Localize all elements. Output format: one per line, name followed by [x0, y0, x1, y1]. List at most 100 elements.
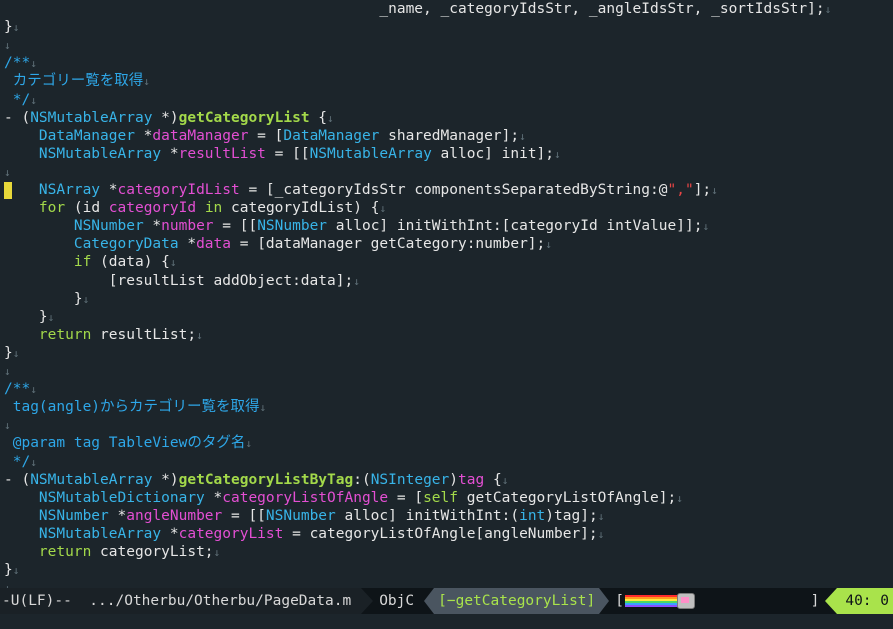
code-token: = [dataManager getCategory:number];	[231, 236, 546, 253]
code-token: resultList;	[91, 326, 197, 343]
code-token: *	[161, 145, 179, 162]
code-line[interactable]: ↓	[4, 416, 11, 434]
code-line[interactable]: }↓	[4, 561, 19, 579]
code-token: _name, _categoryIdsStr, _angleIdsStr, _s…	[4, 1, 825, 17]
text-cursor	[4, 182, 12, 199]
code-token: in	[204, 200, 223, 217]
code-line[interactable]: /**↓	[4, 54, 37, 72]
newline-marker-icon: ↓	[143, 75, 150, 89]
code-token: ","	[667, 182, 694, 198]
code-line[interactable]: - (NSMutableArray *)getCategoryList {↓	[4, 109, 334, 127]
newline-marker-icon: ↓	[327, 111, 334, 125]
code-line[interactable]: NSMutableDictionary *categoryListOfAngle…	[4, 489, 683, 507]
code-line[interactable]: */↓	[4, 91, 37, 109]
code-line[interactable]: return resultList;↓	[4, 326, 203, 344]
code-token: NSNumber	[265, 507, 336, 524]
code-token: int	[519, 507, 546, 524]
code-line[interactable]: NSArray *categoryIdList = [_categoryIdsS…	[4, 181, 718, 199]
code-line[interactable]: @param tag TableViewのタグ名↓	[4, 434, 252, 452]
code-token: getCategoryListOfAngle];	[457, 489, 677, 506]
newline-marker-icon: ↓	[597, 509, 605, 523]
code-token: (id	[65, 200, 109, 217]
newline-marker-icon: ↓	[501, 473, 509, 487]
code-line[interactable]: for (id categoryId in categoryIdList) {↓	[4, 199, 386, 217]
code-token: dataManager	[152, 127, 249, 144]
newline-marker-icon: ↓	[4, 39, 11, 53]
newline-marker-icon: ↓	[30, 455, 37, 469]
code-token: NSMutableArray	[38, 145, 162, 162]
code-token: DataManager	[283, 127, 380, 144]
code-token: categoryList	[178, 525, 284, 542]
code-token: NSNumber	[38, 507, 109, 524]
newline-marker-icon: ↓	[245, 437, 252, 451]
code-line[interactable]: NSMutableArray *resultList = [[NSMutable…	[4, 145, 561, 163]
code-token: tag(angle)からカテゴリー覧を取得	[4, 399, 260, 416]
code-token: number	[161, 218, 214, 235]
newline-marker-icon: ↓	[4, 419, 11, 433]
code-token: *	[108, 507, 127, 524]
code-token: NSMutableDictionary	[38, 489, 205, 506]
newline-marker-icon: ↓	[676, 491, 683, 505]
code-line[interactable]: */↓	[4, 453, 37, 471]
modeline-position-bar[interactable]: [ ]	[609, 588, 825, 614]
code-line[interactable]: NSNumber *angleNumber = [[NSNumber alloc…	[4, 507, 604, 525]
newline-marker-icon: ↓	[169, 256, 177, 270]
code-line[interactable]: /**↓	[4, 380, 37, 398]
code-token: {	[309, 109, 328, 126]
modeline-major-mode[interactable]: ObjC	[373, 588, 425, 614]
newline-marker-icon: ↓	[379, 202, 387, 216]
code-token: *)	[152, 109, 179, 126]
code-editor[interactable]: _name, _categoryIdsStr, _angleIdsStr, _s…	[0, 0, 893, 588]
code-token: *	[134, 127, 153, 144]
code-token: NSMutableArray	[30, 471, 153, 488]
code-line[interactable]: DataManager *dataManager = [DataManager …	[4, 127, 526, 145]
code-line[interactable]: NSMutableArray *categoryList = categoryL…	[4, 525, 604, 543]
code-token: getCategoryList	[178, 109, 310, 126]
code-line[interactable]: NSNumber *number = [[NSNumber alloc] ini…	[4, 217, 709, 235]
newline-marker-icon: ↓	[554, 147, 561, 161]
code-line[interactable]: _name, _categoryIdsStr, _angleIdsStr, _s…	[4, 0, 831, 18]
code-line[interactable]: カテゴリー覧を取得↓	[4, 72, 150, 90]
code-line[interactable]: [resultList addObject:data];↓	[4, 272, 360, 290]
code-token: categoryId	[108, 200, 197, 217]
code-token: resultList	[178, 145, 266, 162]
code-token: return	[38, 326, 92, 343]
code-token: }	[4, 19, 13, 36]
code-line[interactable]: return categoryList;↓	[4, 543, 220, 561]
code-token: categoryListOfAngle	[222, 489, 389, 506]
code-line[interactable]: CategoryData *data = [dataManager getCat…	[4, 235, 552, 253]
code-line[interactable]: ↓	[4, 579, 11, 588]
code-token: */	[4, 453, 31, 470]
newline-marker-icon: ↓	[82, 292, 90, 306]
code-token: ];	[693, 182, 712, 198]
code-line[interactable]: }↓	[4, 18, 19, 36]
code-token: = [[	[265, 145, 310, 162]
code-line[interactable]: ↓	[4, 362, 11, 380]
newline-marker-icon: ↓	[12, 346, 20, 360]
modeline-current-function[interactable]: [−getCategoryList]	[434, 588, 600, 614]
code-token: = [[	[222, 507, 266, 524]
code-token: *)	[152, 471, 179, 488]
code-token: alloc] initWithInt:(	[335, 507, 520, 524]
code-token: NSMutableArray	[38, 525, 162, 542]
code-line[interactable]: ↓	[4, 36, 11, 54]
code-token: /**	[4, 381, 31, 398]
minibuffer[interactable]	[0, 614, 893, 629]
code-line[interactable]: }↓	[4, 290, 89, 308]
code-token: getCategoryListByTag	[178, 471, 354, 488]
code-line[interactable]: ↓	[4, 163, 11, 181]
code-line[interactable]: if (data) {↓	[4, 253, 177, 271]
modeline-file-path[interactable]: -U(LF)-- .../Otherbu/Otherbu/PageData.m	[0, 588, 362, 614]
code-line[interactable]: tag(angle)からカテゴリー覧を取得↓	[4, 398, 266, 416]
code-token: for	[38, 200, 66, 217]
code-line[interactable]: - (NSMutableArray *)getCategoryListByTag…	[4, 471, 508, 489]
code-token: NSNumber	[257, 218, 328, 235]
code-line[interactable]: }↓	[4, 344, 19, 362]
code-line[interactable]: }↓	[4, 308, 54, 326]
newline-marker-icon: ↓	[545, 238, 552, 252]
nyan-cat-icon	[625, 593, 695, 609]
